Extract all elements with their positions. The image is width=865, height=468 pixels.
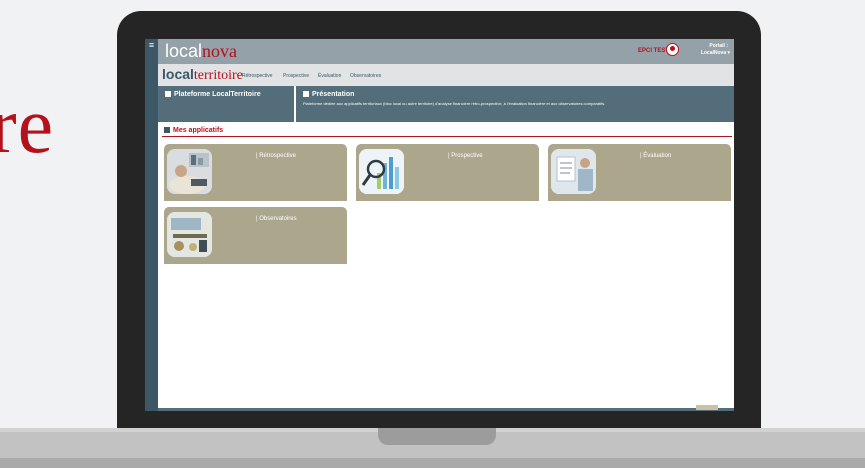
sidebar: ≡ — [145, 39, 158, 411]
presentation-title: Présentation — [312, 91, 355, 98]
nav-link-observatoires[interactable]: Observatoires — [350, 73, 381, 79]
app-card-title: | Observatoires — [256, 216, 297, 222]
section-divider — [162, 136, 732, 137]
app-card-evaluation[interactable]: | Évaluation — [548, 144, 731, 201]
nav-link-prospective[interactable]: Prospective — [283, 73, 309, 79]
hamburger-menu-icon[interactable]: ≡ — [147, 41, 156, 50]
user-avatar-icon[interactable] — [666, 43, 679, 56]
presentation-panel: Présentation Plateforme dédiée aux appli… — [296, 86, 734, 122]
platform-panel: Plateforme LocalTerritoire — [158, 86, 296, 122]
subnav: localterritoire Rétrospective Prospectiv… — [158, 64, 734, 86]
laptop-base-shadow — [0, 458, 865, 468]
corner-tab — [696, 405, 718, 410]
localterritoire-logo[interactable]: localterritoire — [162, 66, 243, 84]
section-title: Mes applicatifs — [173, 127, 224, 134]
laptop-notch — [378, 428, 496, 445]
prospective-thumbnail — [359, 149, 404, 194]
square-bullet-icon — [164, 127, 170, 133]
presentation-description: Plateforme dédiée aux applicatifs territ… — [303, 101, 606, 106]
observatoires-thumbnail — [167, 212, 212, 257]
localnova-logo[interactable]: localnova — [165, 41, 237, 61]
app-card-prospective[interactable]: | Prospective — [356, 144, 539, 201]
portal-selector[interactable]: LocalNova ▾ — [698, 50, 730, 56]
retrospective-thumbnail — [167, 149, 212, 194]
laptop-screen: ≡ localnova EPCI TEST Portail : LocalNov… — [145, 39, 734, 411]
background-word: re — [0, 82, 55, 170]
square-bullet-icon — [303, 91, 309, 97]
platform-title: Plateforme LocalTerritoire — [174, 91, 261, 98]
app-card-observatoires[interactable]: | Observatoires — [164, 207, 347, 264]
nav-link-retrospective[interactable]: Rétrospective — [242, 73, 273, 79]
user-name[interactable]: EPCI TEST — [638, 48, 669, 54]
app-card-title: | Rétrospective — [256, 153, 296, 159]
topbar: localnova EPCI TEST Portail : LocalNova … — [158, 39, 734, 64]
square-bullet-icon — [165, 91, 171, 97]
app-card-retrospective[interactable]: | Rétrospective — [164, 144, 347, 201]
portal-label: Portail : — [709, 43, 728, 49]
evaluation-thumbnail — [551, 149, 596, 194]
screen-bottom-bar — [158, 408, 734, 411]
app-card-title: | Prospective — [448, 153, 483, 159]
nav-link-evaluation[interactable]: Évaluation — [318, 73, 341, 79]
app-card-title: | Évaluation — [640, 153, 672, 159]
